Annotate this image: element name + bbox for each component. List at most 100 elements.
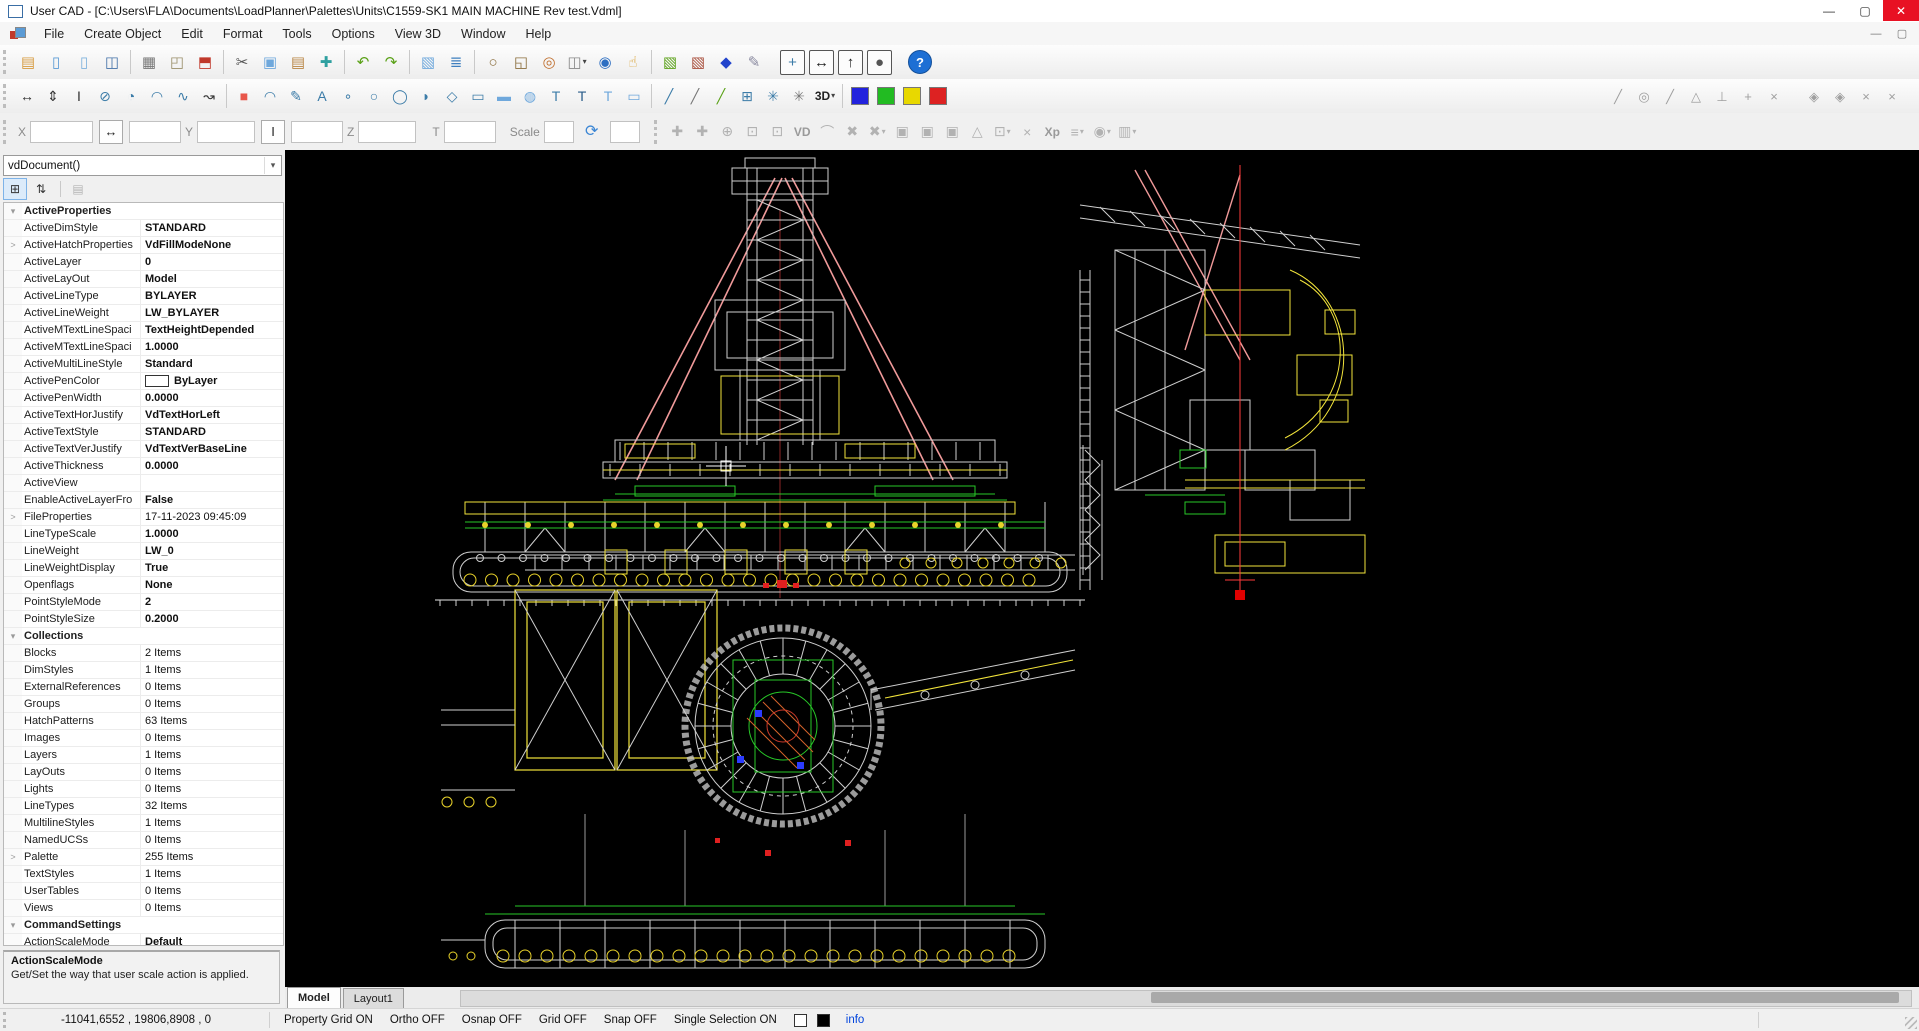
- dim-circle-icon[interactable]: ◎: [1631, 83, 1657, 109]
- menu-edit[interactable]: Edit: [171, 22, 213, 45]
- sort-alphabetical-button[interactable]: ⇅: [29, 178, 53, 200]
- visibility-icon[interactable]: ◉: [591, 48, 619, 76]
- circle-center-icon[interactable]: ◔: [118, 83, 144, 109]
- point-icon[interactable]: ∘: [335, 83, 361, 109]
- polyline-icon[interactable]: ╱: [682, 83, 708, 109]
- property-row-activelayer[interactable]: ActiveLayer0: [4, 254, 283, 271]
- arc-icon[interactable]: ◠: [257, 83, 283, 109]
- y-input[interactable]: [197, 121, 255, 143]
- ellipse-icon[interactable]: ◯: [387, 83, 413, 109]
- minimize-button[interactable]: —: [1811, 0, 1847, 21]
- mdi-restore-button[interactable]: ▢: [1891, 27, 1913, 40]
- property-row-views[interactable]: Views0 Items: [4, 900, 283, 917]
- export-pdf-icon[interactable]: ⬒: [191, 48, 219, 76]
- property-value[interactable]: 1 Items: [141, 815, 283, 831]
- property-value[interactable]: True: [141, 560, 283, 576]
- property-row-usertables[interactable]: UserTables0 Items: [4, 883, 283, 900]
- property-row-textstyles[interactable]: TextStyles1 Items: [4, 866, 283, 883]
- t-input[interactable]: [444, 121, 496, 143]
- pan-icon[interactable]: ☝: [619, 48, 647, 76]
- z-input[interactable]: [358, 121, 416, 143]
- draw-point-icon[interactable]: +: [780, 50, 805, 75]
- status-toggle-property-grid-on[interactable]: Property Grid ON: [284, 1014, 373, 1026]
- horizontal-scrollbar[interactable]: [460, 990, 1912, 1007]
- sketch-icon[interactable]: ✎: [283, 83, 309, 109]
- property-value[interactable]: 1 Items: [141, 662, 283, 678]
- redo-icon[interactable]: ↷: [377, 48, 405, 76]
- property-row-layers[interactable]: Layers1 Items: [4, 747, 283, 764]
- regen-all-icon[interactable]: ▧: [684, 48, 712, 76]
- status-toggle-snap-off[interactable]: Snap OFF: [604, 1014, 657, 1026]
- explode-icon[interactable]: ●: [867, 50, 892, 75]
- status-toggle-osnap-off[interactable]: Osnap OFF: [462, 1014, 522, 1026]
- property-row-images[interactable]: Images0 Items: [4, 730, 283, 747]
- dim-perpendicular-icon[interactable]: ⊥: [1709, 83, 1735, 109]
- property-row-multilinestyles[interactable]: MultilineStyles1 Items: [4, 815, 283, 832]
- status-toggle-grid-off[interactable]: Grid OFF: [539, 1014, 587, 1026]
- x2-input[interactable]: [129, 121, 181, 143]
- open-folder-icon[interactable]: ▤: [14, 48, 42, 76]
- menu-help[interactable]: Help: [516, 22, 562, 45]
- scale2-input[interactable]: [610, 121, 640, 143]
- property-value[interactable]: 0 Items: [141, 679, 283, 695]
- property-value[interactable]: 1.0000: [141, 526, 283, 542]
- donut-icon[interactable]: ◍: [517, 83, 543, 109]
- property-value[interactable]: Model: [141, 271, 283, 287]
- textbox-icon[interactable]: ▭: [621, 83, 647, 109]
- copy-icon[interactable]: ▣: [256, 48, 284, 76]
- property-value[interactable]: 17-11-2023 09:45:09: [141, 509, 283, 525]
- property-value[interactable]: 2 Items: [141, 645, 283, 661]
- toolbar-grip[interactable]: [3, 120, 10, 144]
- property-value[interactable]: 0 Items: [141, 832, 283, 848]
- view-3d-icon[interactable]: 3D▾: [812, 83, 838, 109]
- ellipse-arc-icon[interactable]: ◗: [413, 83, 439, 109]
- menu-tools[interactable]: Tools: [272, 22, 321, 45]
- property-row-linetypescale[interactable]: LineTypeScale1.0000: [4, 526, 283, 543]
- property-row-lineweightdisplay[interactable]: LineWeightDisplayTrue: [4, 560, 283, 577]
- property-row-enableactivelayerfro[interactable]: EnableActiveLayerFroFalse: [4, 492, 283, 509]
- expand-icon[interactable]: >: [4, 509, 22, 525]
- menu-create-object[interactable]: Create Object: [74, 22, 171, 45]
- property-value[interactable]: ByLayer: [141, 373, 283, 389]
- close-button[interactable]: ✕: [1883, 0, 1919, 21]
- toolbar-grip[interactable]: [3, 84, 10, 108]
- circle-icon[interactable]: ○: [361, 83, 387, 109]
- property-row-hatchpatterns[interactable]: HatchPatterns63 Items: [4, 713, 283, 730]
- property-row-fileproperties[interactable]: >FileProperties17-11-2023 09:45:09: [4, 509, 283, 526]
- regen-icon[interactable]: ▧: [656, 48, 684, 76]
- property-row-activetextverjustify[interactable]: ActiveTextVerJustifyVdTextVerBaseLine: [4, 441, 283, 458]
- text-style-icon[interactable]: T: [595, 83, 621, 109]
- property-value[interactable]: TextHeightDepended: [141, 322, 283, 338]
- block-icon[interactable]: ✳: [786, 83, 812, 109]
- property-value[interactable]: 0 Items: [141, 781, 283, 797]
- dim-angle-icon[interactable]: △: [1683, 83, 1709, 109]
- measure-vertical-icon[interactable]: ↑: [838, 50, 863, 75]
- color-swatch-black[interactable]: [817, 1014, 830, 1027]
- category-row-activeproperties[interactable]: ▾ActiveProperties: [4, 203, 283, 220]
- viewports-icon[interactable]: ◫▾: [563, 48, 591, 76]
- snap-close-1-icon[interactable]: ×: [1853, 83, 1879, 109]
- property-value[interactable]: 63 Items: [141, 713, 283, 729]
- line-icon[interactable]: ╱: [656, 83, 682, 109]
- leader-icon[interactable]: ↝: [196, 83, 222, 109]
- property-value[interactable]: BYLAYER: [141, 288, 283, 304]
- property-row-activedimstyle[interactable]: ActiveDimStyleSTANDARD: [4, 220, 283, 237]
- property-value[interactable]: LW_0: [141, 543, 283, 559]
- property-row-activetextstyle[interactable]: ActiveTextStyleSTANDARD: [4, 424, 283, 441]
- property-row-activemtextlinespaci[interactable]: ActiveMTextLineSpaci1.0000: [4, 339, 283, 356]
- circle-tangent-icon[interactable]: ⊘: [92, 83, 118, 109]
- print-icon[interactable]: ▦: [135, 48, 163, 76]
- dim-aligned-icon[interactable]: ╱: [1657, 83, 1683, 109]
- measure-horizontal-icon[interactable]: ↔: [809, 50, 834, 75]
- property-value[interactable]: LW_BYLAYER: [141, 305, 283, 321]
- property-value[interactable]: Standard: [141, 356, 283, 372]
- layers-icon[interactable]: ≣: [442, 48, 470, 76]
- collapse-icon[interactable]: ▾: [4, 628, 22, 644]
- dim-remove-icon[interactable]: ×: [1761, 83, 1787, 109]
- property-row-activetexthorjustify[interactable]: ActiveTextHorJustifyVdTextHorLeft: [4, 407, 283, 424]
- property-value[interactable]: 0.2000: [141, 611, 283, 627]
- cut-icon[interactable]: ✂: [228, 48, 256, 76]
- text-single-icon[interactable]: A: [309, 83, 335, 109]
- property-value[interactable]: VdTextVerBaseLine: [141, 441, 283, 457]
- color-blue-icon[interactable]: [847, 83, 873, 109]
